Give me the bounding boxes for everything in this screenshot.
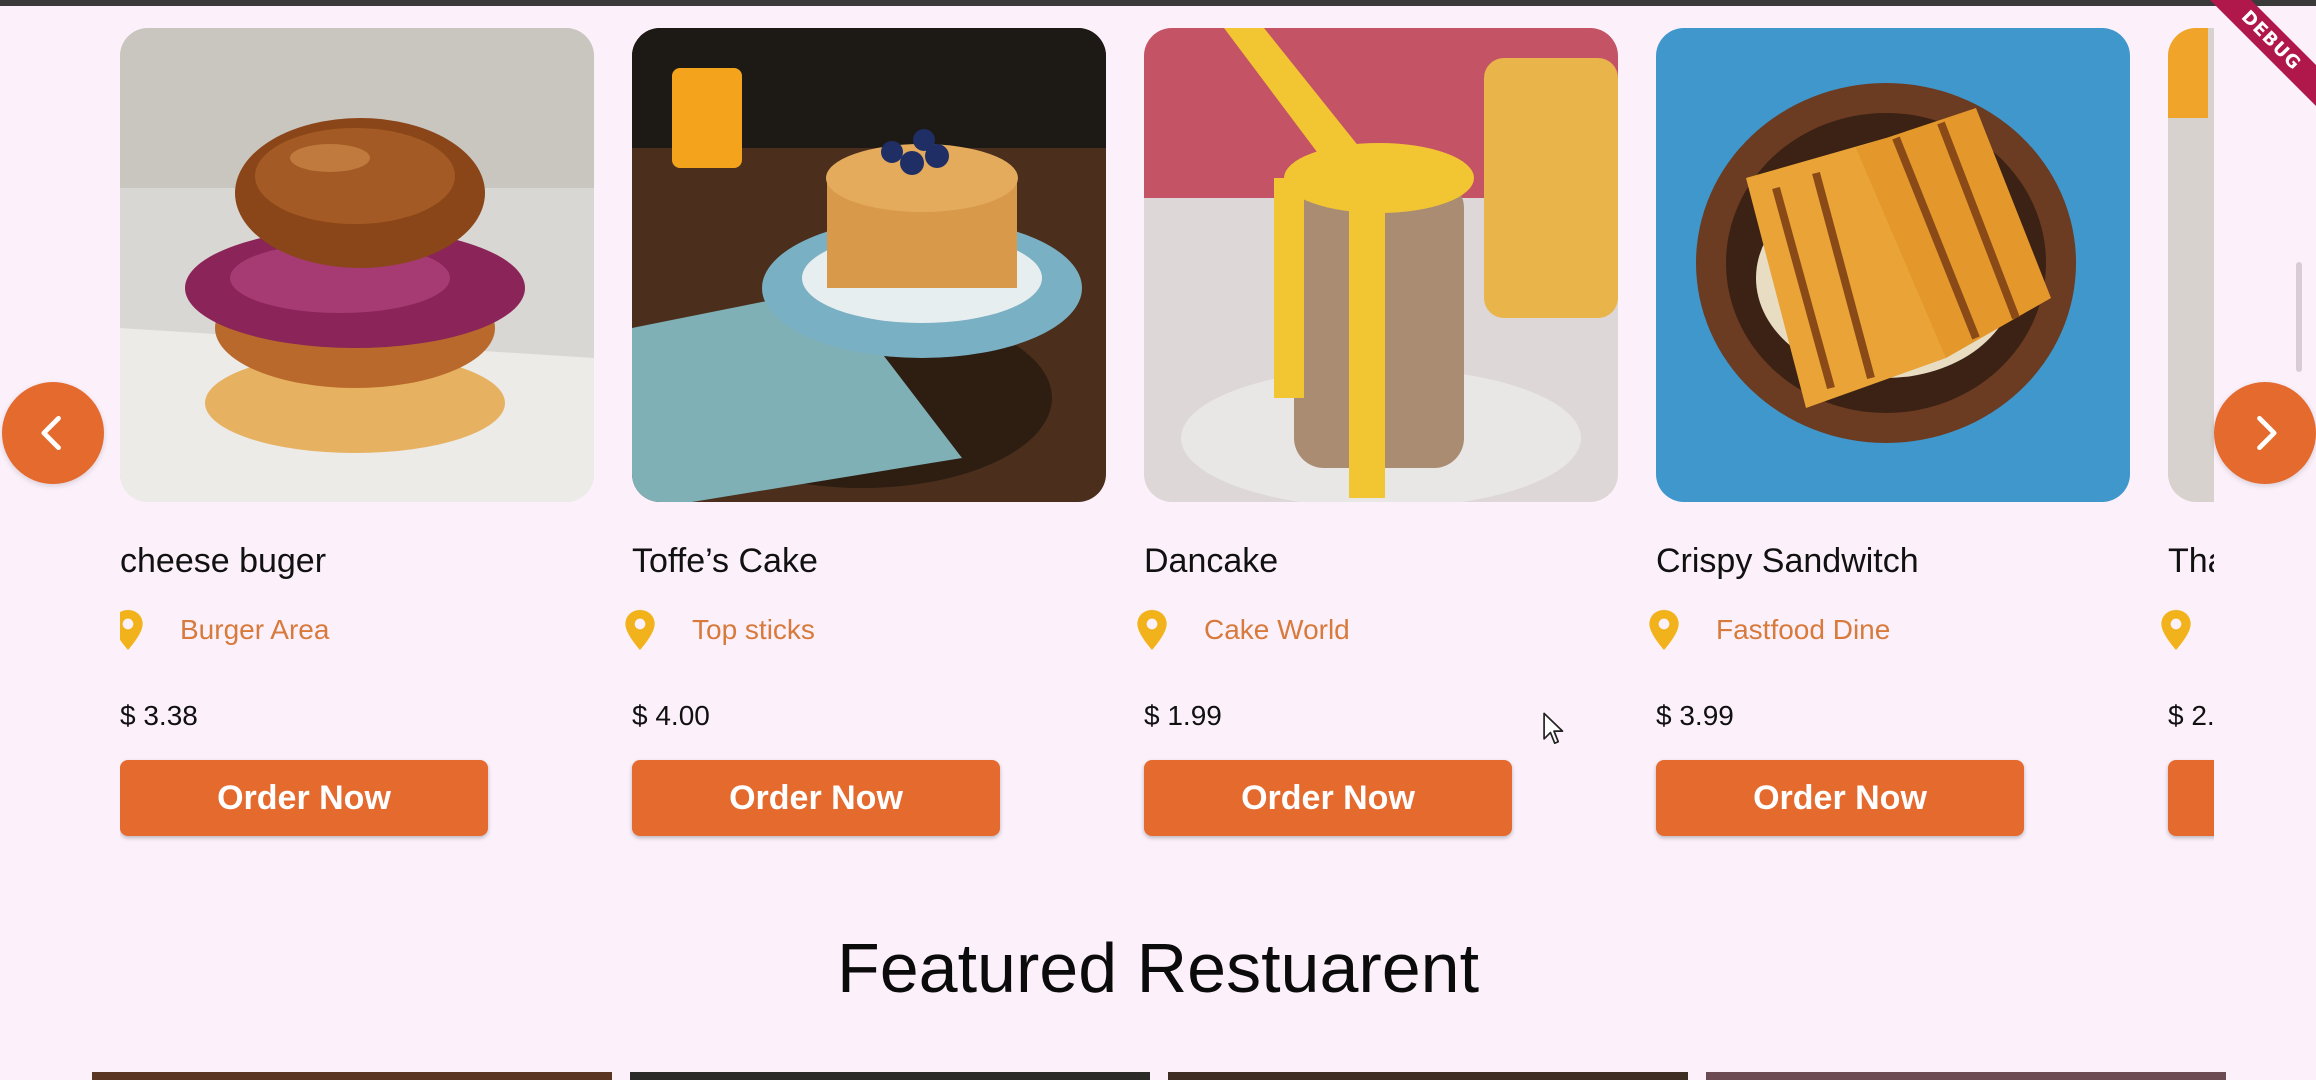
location-row bbox=[2160, 610, 2214, 650]
carousel-prev-button[interactable] bbox=[2, 382, 104, 484]
food-price: $ 2. bbox=[2168, 700, 2214, 731]
food-price: $ 1.99 bbox=[1144, 700, 1222, 731]
location-text: Cake World bbox=[1204, 614, 1350, 645]
food-image-partial[interactable] bbox=[2168, 28, 2214, 502]
food-image-burger[interactable] bbox=[120, 28, 594, 502]
food-price: $ 3.99 bbox=[1656, 700, 1734, 731]
order-now-button[interactable]: Order Now bbox=[632, 760, 1000, 836]
chevron-right-icon bbox=[2257, 415, 2277, 451]
location-row: Burger Area bbox=[120, 610, 329, 650]
food-title: cheese buger bbox=[120, 542, 327, 580]
location-text: Burger Area bbox=[180, 614, 330, 645]
featured-card-preview[interactable] bbox=[630, 1072, 1150, 1080]
food-image-sandwich[interactable] bbox=[1656, 28, 2130, 502]
location-pin-icon bbox=[625, 610, 655, 650]
food-price: $ 4.00 bbox=[632, 700, 710, 731]
food-card[interactable]: Dancake Cake World $ 1.99 Order Now bbox=[1137, 28, 1618, 836]
location-pin-icon bbox=[2161, 610, 2191, 650]
food-carousel: cheese buger Burger Area $ 3.38 Order No… bbox=[120, 28, 2214, 848]
featured-section-title: Featured Restuarent bbox=[836, 929, 1480, 1007]
featured-card-preview[interactable] bbox=[1168, 1072, 1688, 1080]
location-pin-icon bbox=[1137, 610, 1167, 650]
food-title: Crispy Sandwitch bbox=[1656, 542, 1919, 580]
featured-card-preview[interactable] bbox=[92, 1072, 612, 1080]
food-card[interactable]: Toffe’s Cake Top sticks $ 4.00 Order Now bbox=[625, 28, 1106, 836]
chevron-left-icon bbox=[41, 415, 61, 451]
food-image-dancake[interactable] bbox=[1144, 28, 1618, 502]
order-now-button[interactable]: Order Now bbox=[1656, 760, 2024, 836]
location-text: Fastfood Dine bbox=[1716, 614, 1891, 645]
order-now-button[interactable]: Order Now bbox=[120, 760, 488, 836]
featured-card-preview[interactable] bbox=[1706, 1072, 2226, 1080]
food-card[interactable]: cheese buger Burger Area $ 3.38 Order No… bbox=[120, 28, 594, 836]
location-row: Fastfood Dine bbox=[1648, 610, 1890, 650]
location-text: Top sticks bbox=[692, 614, 815, 645]
food-card[interactable]: Tha $ 2. bbox=[2161, 28, 2214, 836]
order-now-button[interactable]: Order Now bbox=[1144, 760, 1512, 836]
order-now-button[interactable] bbox=[2168, 760, 2214, 836]
carousel-next-button[interactable] bbox=[2214, 382, 2316, 484]
food-card[interactable]: Crispy Sandwitch Fastfood Dine $ 3.99 Or… bbox=[1649, 28, 2130, 836]
window-top-bar bbox=[0, 0, 2316, 6]
scrollbar-thumb[interactable] bbox=[2296, 262, 2302, 372]
food-title: Tha bbox=[2168, 542, 2214, 580]
food-price: $ 3.38 bbox=[120, 700, 198, 731]
debug-banner: DEBUG bbox=[2196, 0, 2316, 120]
location-pin-icon bbox=[120, 610, 143, 650]
food-title: Toffe’s Cake bbox=[632, 542, 818, 580]
food-image-pancakes[interactable] bbox=[632, 28, 1106, 502]
location-pin-icon bbox=[1649, 610, 1679, 650]
food-title: Dancake bbox=[1144, 542, 1279, 580]
mouse-cursor-icon bbox=[1543, 712, 1564, 745]
location-row: Top sticks bbox=[624, 610, 815, 650]
location-row: Cake World bbox=[1136, 610, 1350, 650]
